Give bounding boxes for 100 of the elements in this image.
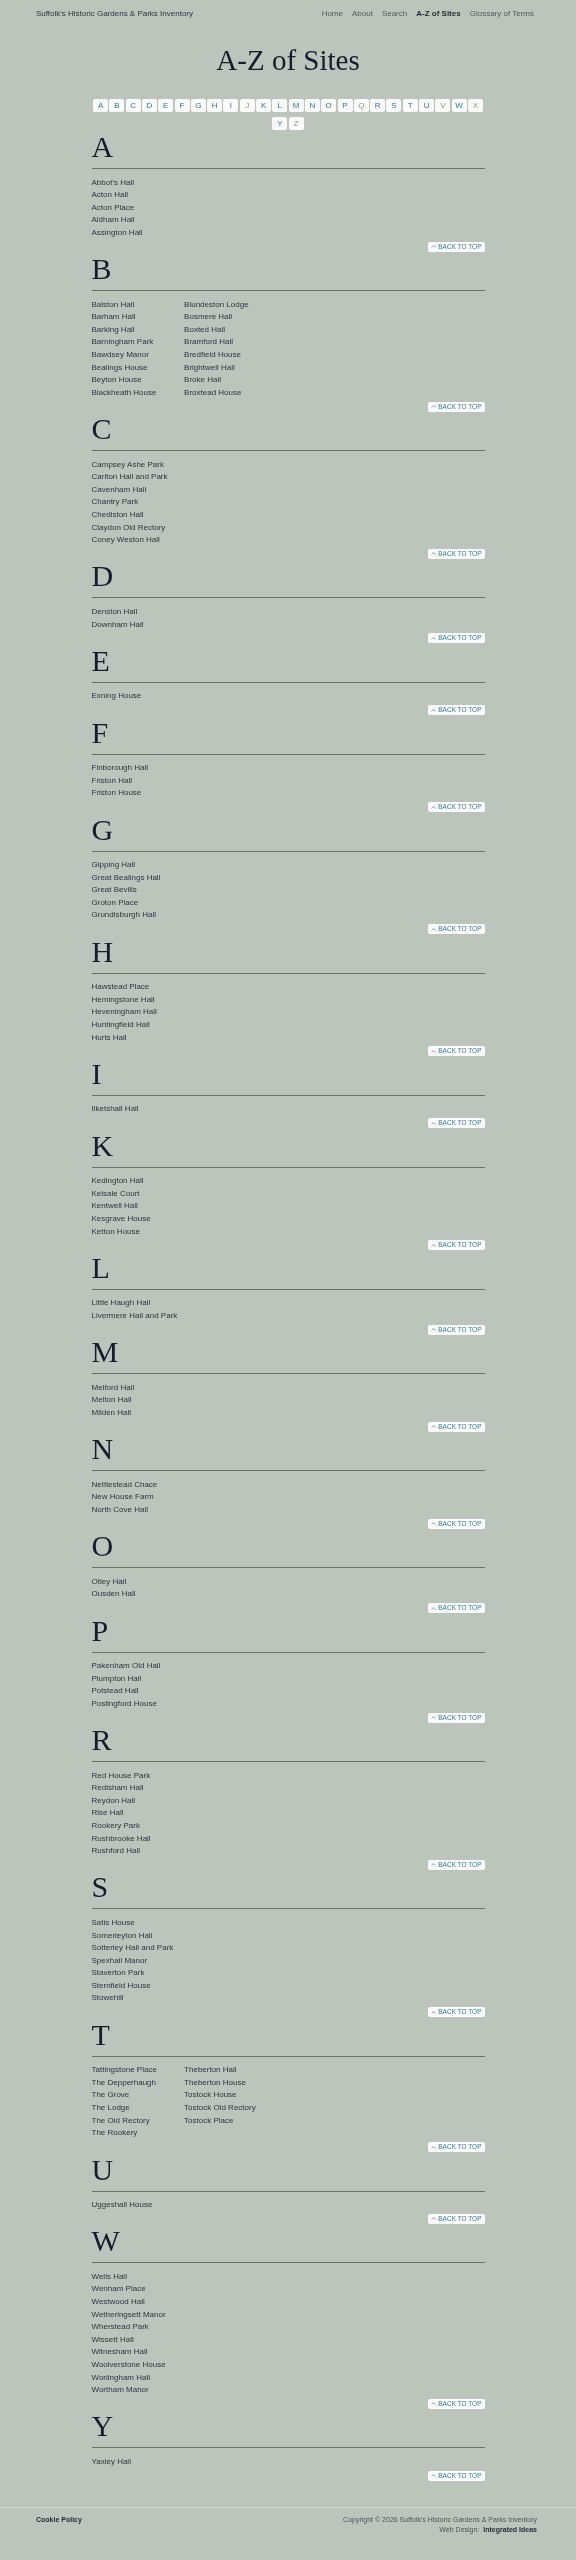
site-link[interactable]: Blackheath House: [91, 386, 157, 400]
site-link[interactable]: Polstead Hall: [91, 1685, 139, 1698]
site-link[interactable]: Rise Hall: [91, 1807, 124, 1820]
site-link[interactable]: Bealings House: [91, 361, 148, 375]
site-link[interactable]: Friston Hall: [91, 774, 132, 788]
site-link[interactable]: Worlingham Hall: [91, 2371, 151, 2385]
site-link[interactable]: Gipping Hall: [91, 859, 136, 872]
site-link[interactable]: Wissett Hall: [91, 2333, 134, 2347]
site-link[interactable]: Great Bevills: [91, 884, 137, 897]
site-link[interactable]: The Depperhaugh: [91, 2076, 156, 2090]
site-link[interactable]: Finborough Hall: [91, 762, 148, 775]
site-link[interactable]: Heveningham Hall: [91, 1006, 157, 1019]
letter-button[interactable]: F: [174, 98, 190, 112]
letter-button[interactable]: L: [272, 98, 288, 112]
site-link[interactable]: New House Farm: [91, 1491, 154, 1504]
site-link[interactable]: Ketton House: [91, 1225, 140, 1239]
site-link[interactable]: Ousden Hall: [91, 1588, 136, 1601]
site-link[interactable]: Stowehill: [91, 1992, 124, 2006]
site-link[interactable]: Wenham Place: [91, 2283, 146, 2296]
site-link[interactable]: Somerleyton Hall: [91, 1929, 153, 1943]
site-link[interactable]: Redisham Hall: [91, 1782, 144, 1795]
site-link[interactable]: Bramford Hall: [184, 336, 233, 350]
site-link[interactable]: Assington Hall: [91, 226, 143, 240]
site-link[interactable]: Poslingford House: [91, 1697, 157, 1711]
site-link[interactable]: Reydon Hall: [91, 1794, 136, 1808]
letter-button[interactable]: W: [451, 98, 467, 112]
site-link[interactable]: Acton Place: [91, 201, 135, 215]
site-link[interactable]: Otley Hall: [91, 1575, 127, 1589]
site-link[interactable]: Theberton Hall: [184, 2064, 237, 2077]
letter-button[interactable]: U: [419, 98, 434, 112]
site-link[interactable]: Rushbrooke Hall: [91, 1832, 151, 1846]
site-link[interactable]: Melford Hall: [91, 1381, 135, 1395]
site-link[interactable]: Wetheringsett Manor: [91, 2308, 166, 2322]
site-link[interactable]: Barking Hall: [91, 323, 135, 337]
nav-link[interactable]: A-Z of Sites: [416, 7, 461, 20]
site-link[interactable]: Nettlestead Chace: [91, 1478, 158, 1492]
site-link[interactable]: Staverton Park: [91, 1967, 145, 1980]
site-link[interactable]: Blundeston Lodge: [184, 298, 249, 312]
site-link[interactable]: Sternfield House: [91, 1979, 151, 1993]
site-link[interactable]: Hawstead Place: [91, 981, 150, 994]
letter-button[interactable]: D: [141, 98, 157, 112]
letter-button[interactable]: O: [321, 98, 337, 112]
site-link[interactable]: Melton Hall: [91, 1394, 132, 1407]
letter-button[interactable]: E: [158, 98, 174, 112]
site-link[interactable]: Bawdsey Manor: [91, 349, 149, 362]
site-link[interactable]: Livermere Hall and Park: [91, 1309, 178, 1323]
site-link[interactable]: Grundisburgh Hall: [91, 909, 156, 923]
site-link[interactable]: The Lodge: [91, 2102, 130, 2115]
site-link[interactable]: Rookery Park: [91, 1819, 140, 1833]
site-link[interactable]: Aldham Hall: [91, 214, 135, 227]
site-link[interactable]: Barham Hall: [91, 311, 136, 324]
site-link[interactable]: Tattingstone Place: [91, 2064, 157, 2077]
site-link[interactable]: Chantry Park: [91, 496, 139, 509]
letter-button[interactable]: R: [370, 98, 386, 112]
site-link[interactable]: Balston Hall: [91, 298, 135, 312]
letter-button[interactable]: B: [109, 98, 125, 112]
site-link[interactable]: Wortham Manor: [91, 2384, 149, 2397]
site-link[interactable]: Boxted Hall: [184, 323, 225, 337]
letter-button[interactable]: Y: [272, 116, 288, 130]
letter-button[interactable]: A: [93, 98, 109, 112]
site-link[interactable]: The Grove: [91, 2089, 130, 2103]
site-link[interactable]: Sotterley Hall and Park: [91, 1942, 174, 1955]
letter-button[interactable]: C: [125, 98, 141, 112]
nav-link[interactable]: Home: [321, 7, 343, 20]
nav-link[interactable]: About: [351, 7, 373, 20]
site-link[interactable]: North Cove Hall: [91, 1503, 148, 1517]
site-link[interactable]: Chediston Hall: [91, 508, 144, 522]
letter-button[interactable]: S: [386, 98, 402, 112]
site-link[interactable]: Tostock Old Rectory: [184, 2102, 256, 2115]
site-link[interactable]: Groton Place: [91, 896, 139, 910]
site-link[interactable]: Friston House: [91, 787, 142, 800]
site-link[interactable]: Tostock Place: [184, 2114, 234, 2128]
site-link[interactable]: Plumpton Hall: [91, 1672, 142, 1686]
site-link[interactable]: Abbot's Hall: [91, 176, 134, 190]
site-link[interactable]: Pakenham Old Hall: [91, 1660, 161, 1673]
site-link[interactable]: Barningham Park: [91, 336, 154, 350]
site-link[interactable]: Wells Hall: [91, 2270, 127, 2284]
site-link[interactable]: Downham Hall: [91, 618, 144, 632]
site-link[interactable]: Kelsale Court: [91, 1187, 140, 1201]
site-link[interactable]: Uggeshall House: [91, 2199, 153, 2212]
site-link[interactable]: Kesgrave House: [91, 1212, 151, 1226]
site-link[interactable]: Beyton House: [91, 374, 142, 387]
site-link[interactable]: Acton Hall: [91, 189, 128, 202]
site-link[interactable]: Little Haugh Hall: [91, 1297, 151, 1310]
site-link[interactable]: Milden Hall: [91, 1406, 132, 1420]
site-link[interactable]: Broxtead House: [184, 386, 242, 400]
site-link[interactable]: Tostock House: [184, 2089, 237, 2103]
site-link[interactable]: Cavenham Hall: [91, 483, 147, 497]
nav-link[interactable]: Search: [381, 7, 408, 20]
site-link[interactable]: Wherstead Park: [91, 2321, 149, 2334]
site-link[interactable]: Woolverstone House: [91, 2358, 166, 2372]
site-link[interactable]: Spexhall Manor: [91, 1954, 148, 1968]
site-link[interactable]: Red House Park: [91, 1769, 151, 1783]
site-link[interactable]: Kentwell Hall: [91, 1200, 138, 1213]
letter-button[interactable]: I: [223, 98, 239, 112]
site-link[interactable]: Great Bealings Hall: [91, 871, 161, 885]
site-link[interactable]: Rushford Hall: [91, 1845, 140, 1858]
site-link[interactable]: Ilketshall Hall: [91, 1103, 139, 1116]
site-link[interactable]: Witnesham Hall: [91, 2346, 148, 2359]
site-link[interactable]: Satis House: [91, 1916, 135, 1930]
